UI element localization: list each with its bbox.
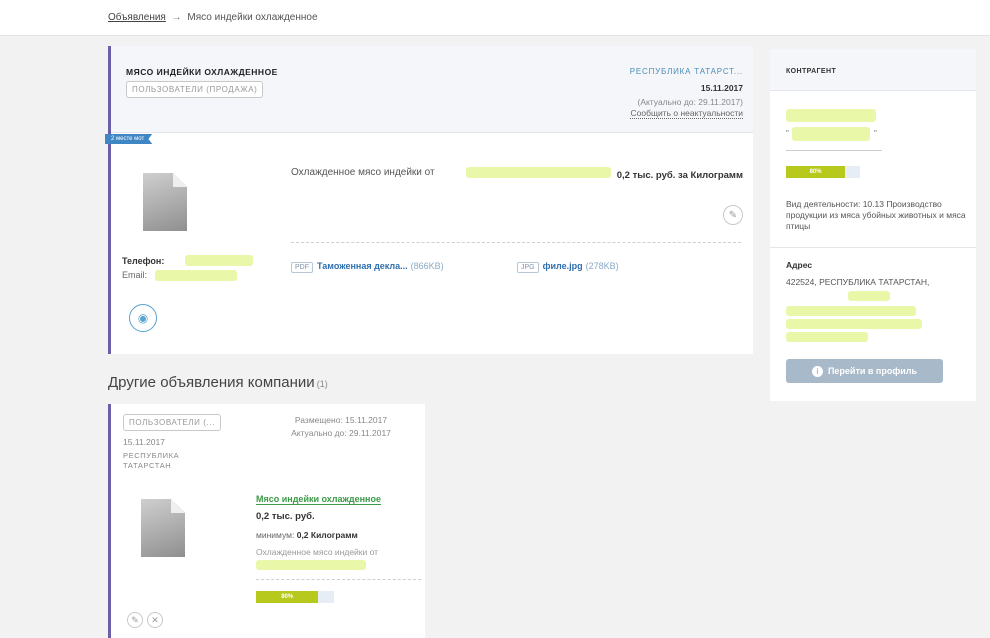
- report-outdated-link[interactable]: Сообщить о неактуальности: [630, 108, 743, 119]
- actual-until: (Актуально до: 29.11.2017): [637, 97, 743, 107]
- redacted-text: [256, 560, 366, 570]
- jpg-icon: JPG: [517, 262, 539, 273]
- listing-description: Охлажденное мясо индейки от: [291, 167, 435, 178]
- attachment-size: (278KB): [585, 261, 619, 271]
- rating-progress-fill: 80%: [786, 166, 846, 178]
- other-listings-heading: Другие объявления компании (1): [108, 374, 328, 391]
- address-text: 422524, РЕСПУБЛИКА ТАТАРСТАН,: [786, 277, 930, 287]
- redacted-phone: [185, 255, 253, 266]
- close-icon[interactable]: ✕: [147, 612, 163, 628]
- listing-date: 15.11.2017: [700, 83, 743, 93]
- info-icon: i: [811, 365, 823, 377]
- category-tag[interactable]: ПОЛЬЗОВАТЕЛИ (...: [123, 414, 222, 431]
- underline: [786, 150, 882, 151]
- go-to-profile-label: Перейти в профиль: [827, 366, 918, 376]
- pdf-icon: PDF: [291, 262, 313, 273]
- listing-card: МЯСО ИНДЕЙКИ ОХЛАЖДЕННОЕ ПОЛЬЗОВАТЕЛИ (П…: [105, 46, 753, 354]
- actual-until: Актуально до: 29.11.2017: [291, 428, 391, 438]
- breadcrumb-link-ads[interactable]: Объявления: [108, 12, 166, 23]
- placed-info: Размещено: 15.11.2017 Актуально до: 29.1…: [271, 414, 411, 440]
- edit-icon[interactable]: ✎: [723, 205, 743, 225]
- document-icon: [143, 173, 187, 231]
- attachment-jpg[interactable]: JPG филе.jpg (278KB): [517, 261, 619, 273]
- minimum-label: минимум:: [256, 530, 295, 540]
- redacted-email: [155, 270, 237, 281]
- phone-label: Телефон:: [122, 256, 165, 266]
- attachment-pdf[interactable]: PDF Таможенная декла... (866KB): [291, 261, 444, 273]
- posted-date: 15.11.2017: [123, 437, 165, 447]
- address-label: Адрес: [786, 260, 813, 270]
- go-to-profile-button[interactable]: i Перейти в профиль: [786, 359, 943, 383]
- quote-close: ": [874, 129, 877, 138]
- eye-icon[interactable]: ◉: [129, 304, 157, 332]
- redacted-address: [786, 306, 916, 316]
- redacted-company-name: [792, 127, 870, 141]
- minimum-value: 0,2 Килограмм: [296, 530, 358, 540]
- rating-progress: 80%: [256, 591, 334, 603]
- top-bar: Объявления → Мясо индейки охлажденное: [0, 0, 990, 36]
- attachment-size: (866KB): [410, 261, 444, 271]
- redacted-text: [466, 167, 611, 178]
- email-label: Email:: [122, 270, 148, 280]
- listing-price: 0,2 тыс. руб. за Килограмм: [616, 170, 743, 181]
- attachment-name[interactable]: филе.jpg: [543, 261, 583, 271]
- breadcrumb-current: Мясо индейки охлажденное: [187, 12, 318, 23]
- region-label: РЕСПУБЛИКА ТАТАРСТАН: [123, 451, 180, 470]
- breadcrumb: Объявления → Мясо индейки охлажденное: [108, 12, 318, 23]
- placed-date: Размещено: 15.11.2017: [294, 415, 388, 425]
- listing-title: МЯСО ИНДЕЙКИ ОХЛАЖДЕННОЕ: [126, 67, 278, 77]
- divider: [256, 579, 421, 580]
- other-listings-title: Другие объявления компании: [108, 374, 315, 391]
- attachment-name[interactable]: Таможенная декла...: [317, 261, 408, 271]
- other-listings-count: (1): [316, 379, 328, 389]
- redacted-address: [786, 332, 868, 342]
- redacted-address: [848, 291, 890, 301]
- minimum-quantity: минимум: 0,2 Килограмм: [256, 530, 358, 540]
- counterparty-title: КОНТРАГЕНТ: [786, 68, 837, 75]
- counterparty-header: КОНТРАГЕНТ: [770, 49, 976, 91]
- listing-description: Охлажденное мясо индейки от: [256, 547, 379, 557]
- listing-price: 0,2 тыс. руб.: [256, 511, 315, 522]
- divider: [291, 242, 741, 243]
- divider: [770, 247, 976, 248]
- ribbon-badge: 2 месте мот: [105, 134, 153, 144]
- listing-title-link[interactable]: Мясо индейки охлажденное: [256, 494, 381, 505]
- list-item[interactable]: ПОЛЬЗОВАТЕЛИ (... 15.11.2017 РЕСПУБЛИКА …: [108, 404, 425, 638]
- arrow-right-icon: →: [171, 12, 182, 23]
- rating-progress: 80%: [786, 166, 860, 178]
- region-label: РЕСПУБЛИКА ТАТАРСТ...: [629, 67, 743, 76]
- rating-progress-fill: 80%: [256, 591, 319, 603]
- redacted-address: [786, 319, 922, 329]
- quote-open: ": [786, 129, 789, 138]
- counterparty-card: КОНТРАГЕНТ " " 80% Вид деятельности: 10.…: [770, 49, 976, 401]
- listing-header: МЯСО ИНДЕЙКИ ОХЛАЖДЕННОЕ ПОЛЬЗОВАТЕЛИ (П…: [111, 46, 753, 133]
- activity-text: Вид деятельности: 10.13 Производство про…: [786, 199, 966, 231]
- category-tag[interactable]: ПОЛЬЗОВАТЕЛИ (ПРОДАЖА): [126, 81, 264, 98]
- redacted-company-name: [786, 109, 876, 122]
- edit-icon[interactable]: ✎: [127, 612, 143, 628]
- document-icon: [141, 499, 185, 557]
